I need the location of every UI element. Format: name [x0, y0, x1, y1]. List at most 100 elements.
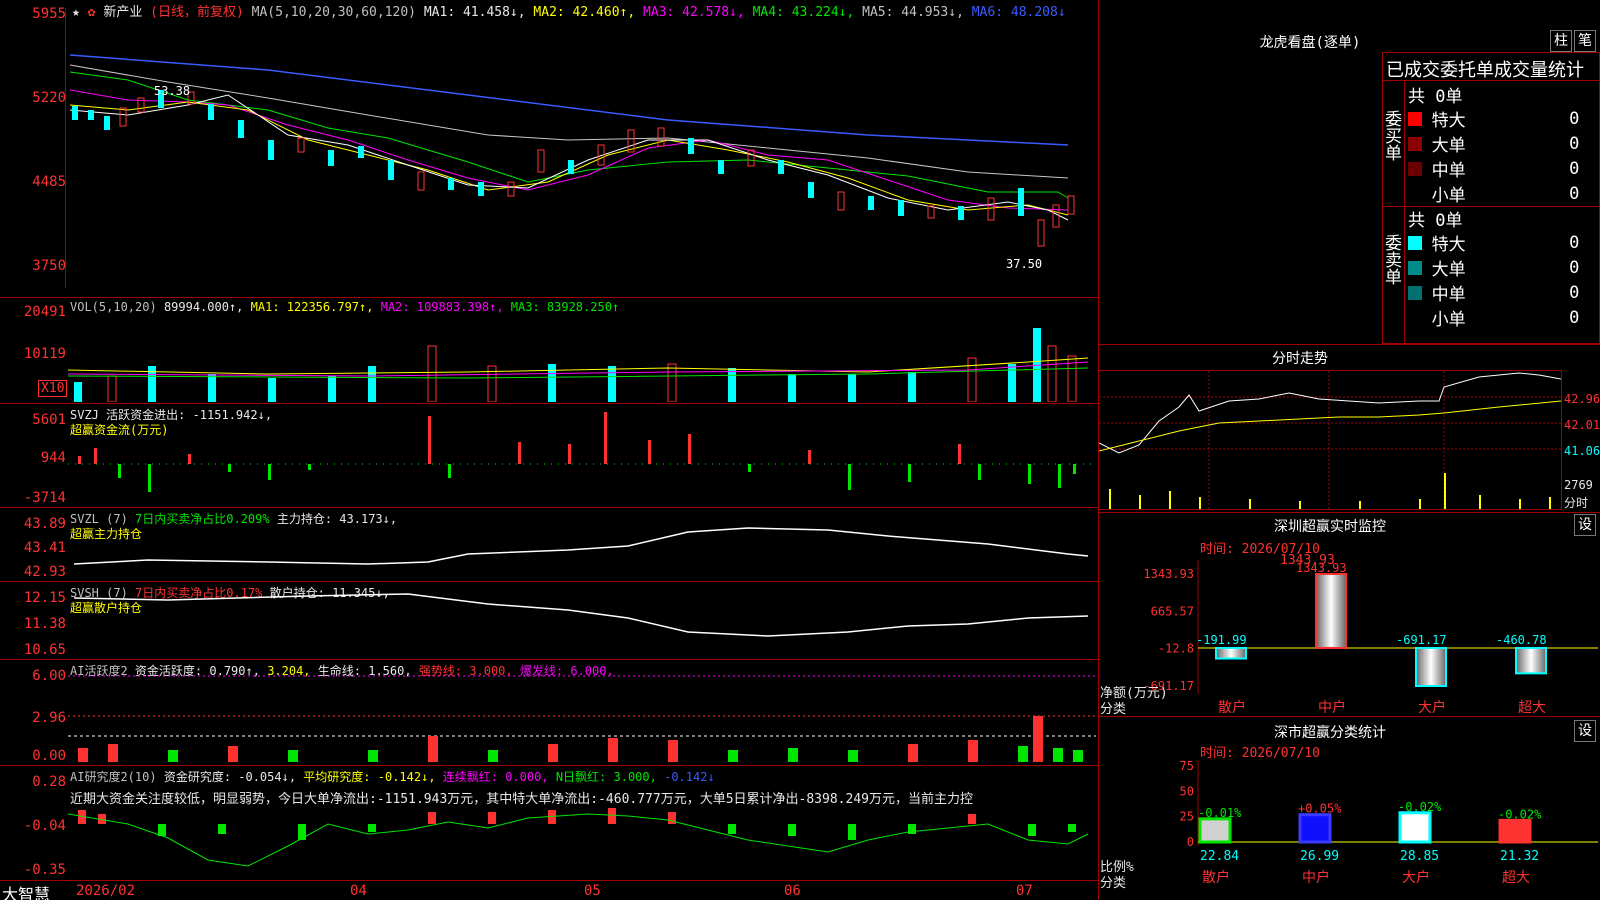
ai-research-label: AI研究度2(10) [70, 770, 157, 784]
cls-value-label: 21.32 [1500, 849, 1539, 864]
intraday-tick: 42.01 [1564, 418, 1600, 432]
intraday-title: 分时走势 [1272, 351, 1328, 367]
intraday-tick: 42.96 [1564, 392, 1600, 406]
x-tick: 07 [1016, 883, 1033, 899]
stat-label: 中单 [1431, 161, 1466, 181]
x-tick: 2026/02 [76, 883, 136, 899]
cls-category-label: 散户 [1202, 869, 1230, 886]
vol-ma3: MA3: 83928.250↑ [510, 300, 620, 314]
stat-row: 中单 00% [1408, 156, 1600, 181]
cls-tick-label: 50 [1180, 784, 1194, 798]
y-tick: 2.96 [32, 710, 66, 726]
stat-row: 中单 00% [1408, 280, 1600, 305]
color-swatch [1408, 111, 1422, 126]
ai-active-panel[interactable]: 6.00 2.96 0.00 AI活跃度2 资金活跃度: 0.790↑, 3.2… [0, 660, 1098, 766]
intraday-vol-value: 2769 [1564, 478, 1593, 492]
sz-tick-label: -12.8 [1158, 642, 1194, 656]
color-swatch [1408, 235, 1422, 250]
stat-pct: 0% [1579, 283, 1600, 303]
y-tick: 11.38 [23, 616, 66, 632]
y-tick: 10.65 [23, 642, 66, 658]
ai-research-panel[interactable]: 0.28 -0.04 -0.35 AI研究度2(10) 资金研究度: -0.05… [0, 766, 1098, 880]
cls-bar [1398, 811, 1432, 844]
sz-bar [1315, 573, 1347, 649]
ai-research-value: 资金研究度: -0.054↓, [163, 770, 297, 784]
sz-value-label: -691.17 [1396, 633, 1447, 647]
color-swatch [1408, 310, 1422, 325]
y-axis [0, 8, 66, 288]
stat-label: 大单 [1431, 260, 1466, 280]
y-tick: 10119 [23, 346, 66, 362]
color-swatch [1408, 161, 1422, 176]
stat-pct: 0% [1579, 308, 1600, 328]
intraday-chart [1098, 371, 1562, 509]
color-swatch [1408, 260, 1422, 275]
stats-divider-v [1404, 80, 1405, 344]
dragon-title: 龙虎看盘(逐单) [1259, 35, 1361, 51]
x-tick: 04 [350, 883, 367, 899]
intraday-chart-box[interactable] [1098, 370, 1562, 510]
pen-mode-button[interactable]: 笔 [1574, 30, 1596, 52]
stat-count: 0 [1569, 183, 1580, 204]
cls-tick-label: 25 [1180, 810, 1194, 824]
sz-bar [1215, 646, 1247, 660]
svzj-chart [68, 412, 1096, 492]
y-tick: 43.89 [23, 516, 66, 532]
sz-divider [1098, 512, 1600, 513]
stat-row: 大单 00% [1408, 255, 1600, 280]
svzj-panel[interactable]: 5601 944 -3714 SVZJ 活跃资金进出: -1151.942↓, … [0, 404, 1098, 508]
y-tick: 0.00 [32, 748, 66, 764]
stats-title: 已成交委托单成交量统计 [1386, 60, 1584, 81]
bar-mode-button[interactable]: 柱 [1550, 30, 1572, 52]
cls-value-label: 28.85 [1400, 849, 1439, 864]
stat-row: 大单 00% [1408, 131, 1600, 156]
color-swatch [1408, 285, 1422, 300]
stat-count: 0 [1569, 158, 1580, 179]
intraday-vol [1109, 473, 1551, 509]
y-tick: 5955 [32, 6, 66, 22]
intraday-vol-unit: 分时 [1564, 496, 1589, 510]
sz-xlabel: 分类 [1100, 702, 1127, 717]
stat-pct: 0% [1579, 159, 1600, 179]
stat-pct: 0% [1579, 233, 1600, 253]
sell-total: 共 0单 [1408, 211, 1463, 231]
cls-settings-button[interactable]: 设 [1574, 720, 1596, 742]
y-tick: 20491 [23, 304, 66, 320]
y-tick: 12.15 [23, 590, 66, 606]
vol-panel[interactable]: 20491 10119 X10 VOL(5,10,20) 89994.000↑,… [0, 298, 1098, 404]
ai-active-bars [78, 716, 1083, 762]
stat-pct: 0% [1579, 184, 1600, 204]
buy-side-label: 委买单 [1381, 110, 1401, 161]
cls-title: 深市超赢分类统计 [1274, 725, 1386, 741]
cls-category-label: 中户 [1302, 869, 1330, 886]
vol-value: 89994.000↑, [163, 300, 244, 314]
sz-top-label: 1343.93 [1280, 554, 1335, 568]
intraday-tick: 41.06 [1564, 444, 1600, 458]
y-tick: 5220 [32, 90, 66, 106]
cls-bar [1498, 818, 1532, 844]
y-tick: -0.35 [23, 862, 66, 878]
ai-research-nday: N日飘红: 3.000, [555, 770, 657, 784]
stat-count: 0 [1569, 108, 1580, 129]
cls-change-label: +0.05% [1298, 802, 1342, 816]
cls-value-label: 26.99 [1300, 849, 1339, 864]
stat-label: 小单 [1431, 186, 1466, 206]
kline-chart[interactable]: 53.38 37.50 [68, 10, 1096, 295]
candles [72, 90, 1075, 247]
cls-change-label: -0.02% [1498, 807, 1542, 821]
stat-count: 0 [1569, 282, 1580, 303]
sz-category-label: 中户 [1318, 699, 1346, 714]
svzj-bars [78, 412, 1076, 492]
stat-label: 大单 [1431, 136, 1466, 156]
y-tick: 0.28 [32, 774, 66, 790]
sz-value-label: -460.78 [1496, 633, 1547, 647]
cls-chart: 75 50 25 0 -0.01% 22.84 散户 +0.05% 26.99 中户 -0.02% 2… [1180, 759, 1598, 886]
svsh-panel[interactable]: 12.15 11.38 10.65 SVSH (7) 7日内买卖净占比0.17%… [0, 582, 1098, 660]
sz-tick-label: 665.57 [1151, 604, 1194, 618]
kline-panel[interactable]: 5955 5220 4485 3750 ★ ✿ 新产业 (日线，前复权) MA(… [0, 0, 1098, 298]
stat-label: 特大 [1431, 111, 1466, 131]
sz-settings-button[interactable]: 设 [1574, 514, 1596, 536]
vol-header: VOL(5,10,20) 89994.000↑, MA1: 122356.797… [70, 300, 619, 314]
svzl-chart [73, 527, 1089, 565]
svzl-panel[interactable]: 43.89 43.41 42.93 SVZL (7) 7日内买卖净占比0.209… [0, 508, 1098, 582]
